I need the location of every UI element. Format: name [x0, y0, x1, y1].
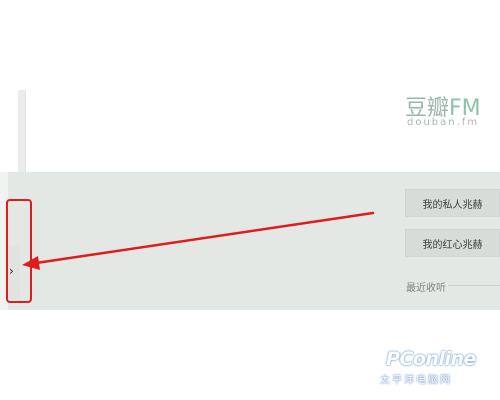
- recent-listening-label: 最近收听: [406, 283, 446, 294]
- douban-fm-page: 豆瓣FM douban.fm 我的私人兆赫 我的红心兆赫 最近收听 › PCon…: [0, 0, 500, 400]
- annotation-highlight-box: [6, 199, 32, 303]
- watermark-main: PConline: [386, 348, 476, 370]
- recent-divider: [448, 285, 500, 286]
- watermark-sub: 太平洋电脑网: [380, 375, 452, 386]
- logo-subtitle: douban.fm: [407, 117, 480, 128]
- red-heart-channel-button[interactable]: 我的红心兆赫: [405, 229, 500, 257]
- douban-fm-logo: 豆瓣FM douban.fm: [405, 90, 500, 130]
- private-channel-button[interactable]: 我的私人兆赫: [405, 189, 500, 217]
- pconline-watermark: PConline 太平洋电脑网: [372, 348, 500, 388]
